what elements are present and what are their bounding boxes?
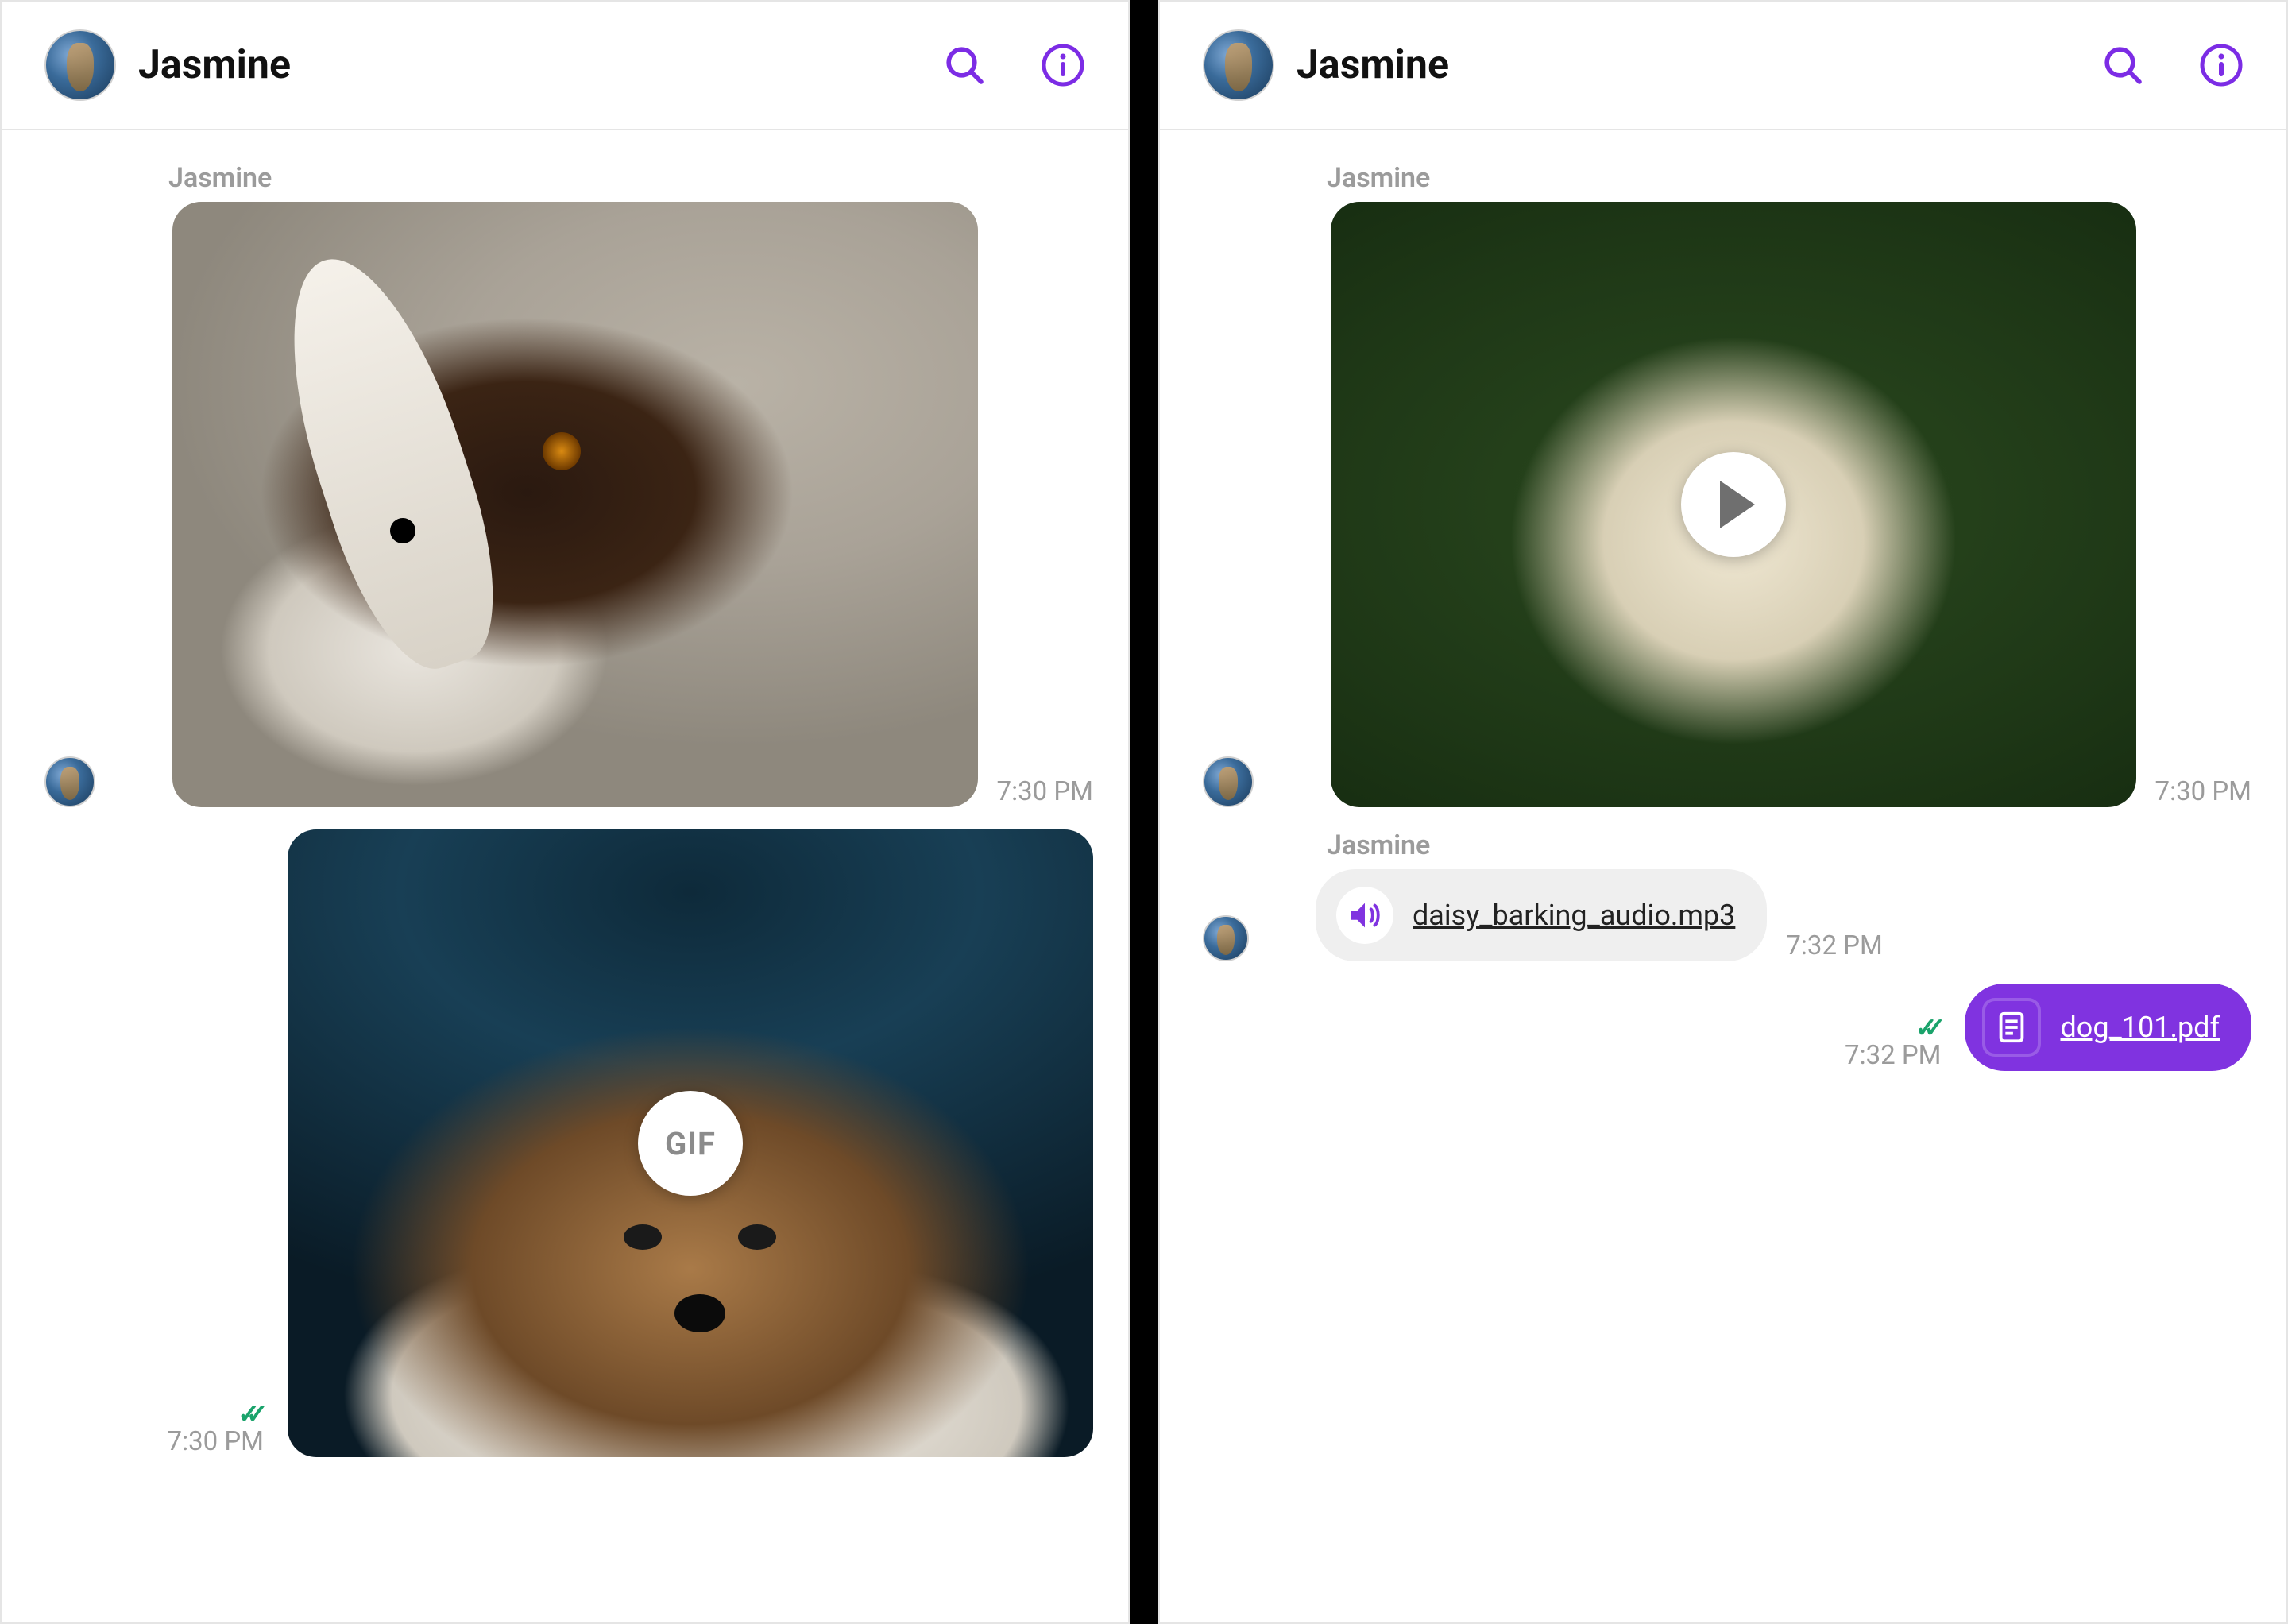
- message-incoming-video: Jasmine 7:30 PM: [1203, 162, 2251, 807]
- file-name: dog_101.pdf: [2060, 1011, 2220, 1044]
- chat-pane-right: Jasmine Jasmine 7:30 PM: [1158, 0, 2288, 1624]
- chat-header: Jasmine: [1160, 2, 2286, 130]
- document-icon: [1982, 998, 2041, 1057]
- avatar[interactable]: [1203, 756, 1254, 807]
- info-icon[interactable]: [2194, 38, 2248, 92]
- timestamp: 7:30 PM: [2155, 776, 2251, 807]
- gif-attachment[interactable]: GIF: [288, 829, 1093, 1457]
- timestamp: 7:32 PM: [1786, 930, 1882, 961]
- sender-label: Jasmine: [1327, 162, 2251, 194]
- search-icon[interactable]: [2096, 38, 2150, 92]
- play-icon[interactable]: [1681, 452, 1786, 557]
- image-attachment[interactable]: [172, 202, 978, 807]
- timestamp: 7:30 PM: [168, 1426, 264, 1457]
- timestamp: 7:32 PM: [1845, 1040, 1941, 1071]
- sender-label: Jasmine: [1327, 829, 2251, 861]
- read-receipt-icon: ✓✓: [1915, 1015, 1932, 1042]
- info-icon[interactable]: [1036, 38, 1090, 92]
- video-attachment[interactable]: [1331, 202, 2136, 807]
- chat-body: Jasmine 7:30 PM ✓✓ 7:30 PM GIF: [2, 130, 1128, 1622]
- read-receipt-icon: ✓✓: [238, 1401, 254, 1428]
- message-outgoing-file: ✓✓ 7:32 PM dog_101.pdf: [1203, 984, 2251, 1071]
- speaker-icon: [1336, 887, 1393, 944]
- chat-body: Jasmine 7:30 PM Jasmine: [1160, 130, 2286, 1622]
- avatar[interactable]: [1203, 915, 1249, 961]
- chat-pane-left: Jasmine Jasmine 7:30 PM: [0, 0, 1130, 1624]
- avatar[interactable]: [1203, 29, 1274, 101]
- chat-header: Jasmine: [2, 2, 1128, 130]
- gif-badge: GIF: [638, 1091, 743, 1196]
- avatar[interactable]: [44, 756, 95, 807]
- message-incoming-audio: Jasmine daisy_barking_audio.mp3 7:32 PM: [1203, 829, 2251, 961]
- file-attachment[interactable]: dog_101.pdf: [1965, 984, 2251, 1071]
- chat-title: Jasmine: [138, 42, 937, 88]
- avatar[interactable]: [44, 29, 116, 101]
- search-icon[interactable]: [937, 38, 991, 92]
- chat-title: Jasmine: [1297, 42, 2096, 88]
- audio-attachment[interactable]: daisy_barking_audio.mp3: [1316, 869, 1767, 961]
- file-name: daisy_barking_audio.mp3: [1413, 899, 1735, 932]
- sender-label: Jasmine: [168, 162, 1093, 194]
- message-incoming-image: Jasmine 7:30 PM: [44, 162, 1093, 807]
- message-outgoing-gif: ✓✓ 7:30 PM GIF: [44, 829, 1093, 1457]
- timestamp: 7:30 PM: [997, 776, 1093, 807]
